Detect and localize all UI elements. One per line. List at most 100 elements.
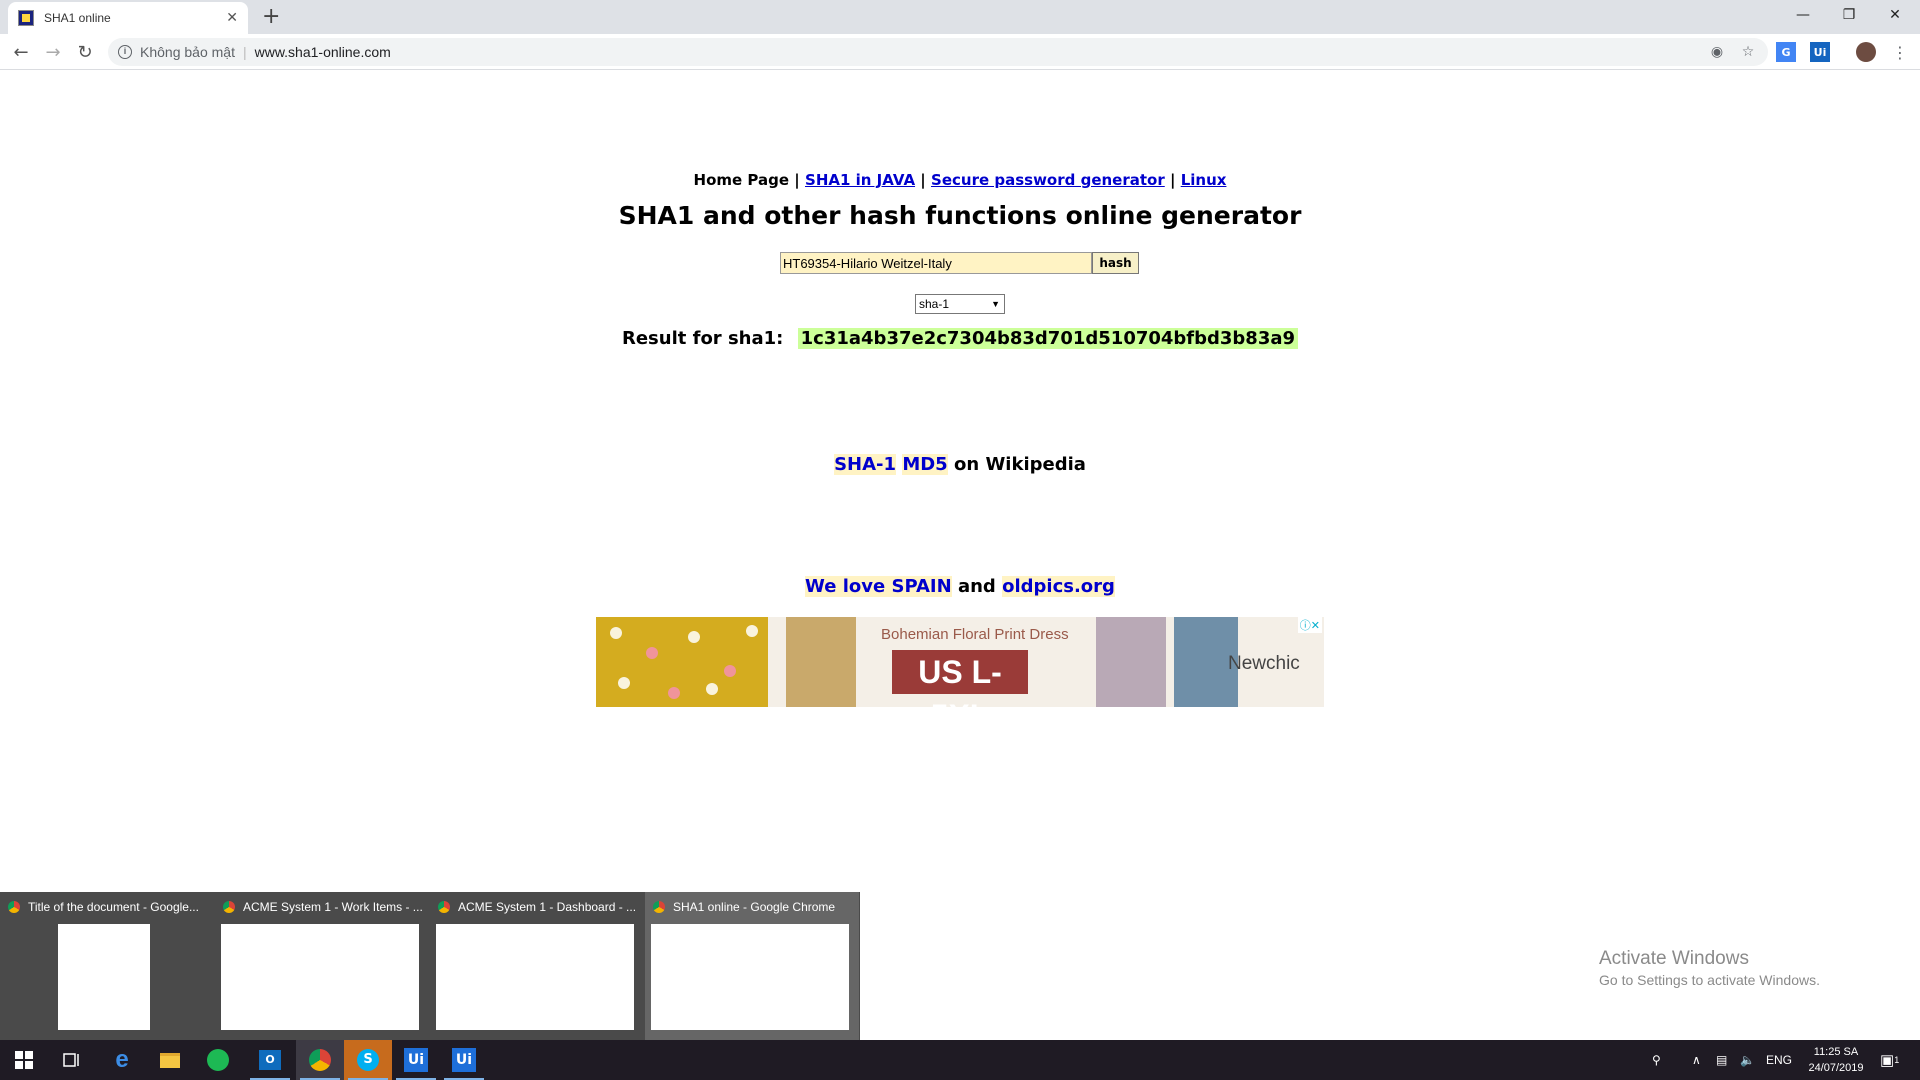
chrome-icon xyxy=(223,901,235,913)
ad-model-image xyxy=(786,617,856,707)
url-text[interactable]: www.sha1-online.com xyxy=(255,44,391,60)
new-tab-button[interactable]: + xyxy=(262,4,280,29)
tray-chevron-icon[interactable]: ∧ xyxy=(1692,1040,1701,1080)
omnibox-divider: | xyxy=(242,44,247,60)
activate-windows-watermark: Activate Windows Go to Settings to activ… xyxy=(1599,948,1820,988)
forward-button[interactable]: → xyxy=(40,39,66,65)
adchoices-icon[interactable]: ⓘ✕ xyxy=(1297,617,1322,633)
bookmark-star-icon[interactable]: ☆ xyxy=(1738,42,1758,62)
spotify-icon[interactable] xyxy=(194,1040,242,1080)
taskbar-thumbnails: Title of the document - Google... ACME S… xyxy=(0,892,860,1040)
thumbnail-title: ACME System 1 - Work Items - ... xyxy=(223,900,423,914)
minimize-button[interactable]: — xyxy=(1780,0,1826,30)
address-bar[interactable]: i Không bảo mật | www.sha1-online.com xyxy=(108,38,1768,66)
task-view-icon[interactable] xyxy=(48,1040,96,1080)
site-favicon-icon xyxy=(18,10,34,26)
restore-button[interactable]: ❐ xyxy=(1826,0,1872,30)
thumbnail-title-text: SHA1 online - Google Chrome xyxy=(673,900,836,914)
watermark-line2: Go to Settings to activate Windows. xyxy=(1599,972,1820,988)
clock-date: 24/07/2019 xyxy=(1808,1062,1864,1074)
thumbnail-preview xyxy=(436,924,634,1030)
nav-linux[interactable]: Linux xyxy=(1181,171,1227,189)
algorithm-select[interactable]: sha-1 ▼ xyxy=(915,294,1005,314)
ad-model-image xyxy=(1096,617,1166,707)
file-explorer-icon[interactable] xyxy=(146,1040,194,1080)
chrome-icon xyxy=(8,901,20,913)
spain-link[interactable]: We love SPAIN xyxy=(805,576,952,597)
ad-size-badge: US L-5XL xyxy=(892,650,1028,707)
security-label: Không bảo mật xyxy=(140,44,235,60)
windows-taskbar: e O S Ui Ui ⚲ ∧ ▤ 🔈 ENG 11:25 SA 24/07/2… xyxy=(0,1040,1920,1080)
wiki-sha1-link[interactable]: SHA-1 xyxy=(834,454,897,475)
info-icon[interactable]: i xyxy=(118,45,132,59)
tab-title: SHA1 online xyxy=(44,11,111,25)
outlook-icon[interactable]: O xyxy=(246,1040,294,1080)
result-label: Result for sha1: xyxy=(621,328,784,349)
profile-avatar[interactable] xyxy=(1856,42,1876,62)
hash-input[interactable] xyxy=(780,252,1092,274)
ad-banner[interactable]: Bohemian Floral Print Dress US L-5XL New… xyxy=(596,617,1324,707)
page-title: SHA1 and other hash functions online gen… xyxy=(618,201,1302,230)
edge-icon[interactable]: e xyxy=(98,1040,146,1080)
result-line: Result for sha1: 1c31a4b37e2c7304b83d701… xyxy=(0,328,1920,349)
thumbnail-preview xyxy=(58,924,150,1030)
wiki-suffix: on Wikipedia xyxy=(954,454,1086,475)
menu-kebab-icon[interactable]: ⋮ xyxy=(1890,42,1910,62)
uipath-studio-icon[interactable]: Ui xyxy=(392,1040,440,1080)
language-indicator[interactable]: ENG xyxy=(1766,1040,1792,1080)
thumbnail-window[interactable]: Title of the document - Google... xyxy=(0,892,214,1040)
notifications-icon[interactable]: ▣ 1 xyxy=(1880,1040,1899,1080)
thumbnail-title-text: ACME System 1 - Work Items - ... xyxy=(243,900,423,914)
nav-password-generator[interactable]: Secure password generator xyxy=(931,171,1165,189)
network-icon[interactable]: ▤ xyxy=(1716,1040,1727,1080)
chrome-icon xyxy=(438,901,450,913)
uipath-extension-icon[interactable]: Ui xyxy=(1810,42,1830,62)
back-button[interactable]: ← xyxy=(8,39,34,65)
blocked-cookies-icon[interactable]: ◉ xyxy=(1707,42,1727,62)
thumbnail-preview xyxy=(221,924,419,1030)
tab-close-icon[interactable]: ✕ xyxy=(226,10,238,26)
notification-count: 1 xyxy=(1894,1055,1900,1065)
uipath-robot-icon[interactable]: Ui xyxy=(440,1040,488,1080)
thumbnail-title-text: Title of the document - Google... xyxy=(28,900,199,914)
algorithm-value: sha-1 xyxy=(919,297,950,311)
nav-sep: | xyxy=(794,171,800,189)
thumbnail-window[interactable]: ACME System 1 - Dashboard - ... xyxy=(430,892,644,1040)
promo-links: We love SPAIN and oldpics.org xyxy=(0,576,1920,597)
volume-muted-icon[interactable]: 🔈 xyxy=(1740,1040,1755,1080)
clock-time: 11:25 SA xyxy=(1813,1046,1859,1058)
close-window-button[interactable]: ✕ xyxy=(1872,0,1918,30)
ad-floral-pattern xyxy=(596,617,768,707)
system-clock[interactable]: 11:25 SA 24/07/2019 xyxy=(1800,1044,1872,1076)
nav-sep: | xyxy=(920,171,926,189)
wikipedia-links: SHA-1 MD5 on Wikipedia xyxy=(0,454,1920,475)
top-nav: Home Page | SHA1 in JAVA | Secure passwo… xyxy=(0,171,1920,189)
and-text: and xyxy=(957,576,996,597)
thumbnail-window[interactable]: SHA1 online - Google Chrome xyxy=(645,892,859,1040)
result-hash: 1c31a4b37e2c7304b83d701d510704bfbd3b83a9 xyxy=(797,328,1299,349)
skype-icon[interactable]: S xyxy=(344,1040,392,1080)
watermark-line1: Activate Windows xyxy=(1599,948,1749,969)
dropdown-arrow-icon: ▼ xyxy=(991,299,1000,309)
tab-strip: SHA1 online ✕ + — ❐ ✕ xyxy=(0,0,1920,34)
translate-extension-icon[interactable]: G xyxy=(1776,42,1796,62)
chrome-taskbar-icon[interactable] xyxy=(296,1040,344,1080)
thumbnail-preview xyxy=(651,924,849,1030)
wiki-md5-link[interactable]: MD5 xyxy=(902,454,948,475)
tab-sha1-online[interactable]: SHA1 online ✕ xyxy=(8,2,248,34)
thumbnail-title: SHA1 online - Google Chrome xyxy=(653,900,853,914)
browser-toolbar: ← → ↻ i Không bảo mật | www.sha1-online.… xyxy=(0,34,1920,70)
thumbnail-window[interactable]: ACME System 1 - Work Items - ... xyxy=(215,892,429,1040)
thumbnail-title: Title of the document - Google... xyxy=(8,900,208,914)
ad-headline: Bohemian Floral Print Dress xyxy=(881,626,1069,643)
people-icon[interactable]: ⚲ xyxy=(1652,1040,1661,1080)
chrome-icon xyxy=(653,901,665,913)
nav-home: Home Page xyxy=(693,171,790,189)
nav-sha1-java[interactable]: SHA1 in JAVA xyxy=(805,171,915,189)
start-button[interactable] xyxy=(0,1040,48,1080)
oldpics-link[interactable]: oldpics.org xyxy=(1002,576,1115,597)
ad-brand: Newchic xyxy=(1228,653,1300,674)
reload-button[interactable]: ↻ xyxy=(72,39,98,65)
nav-sep: | xyxy=(1169,171,1176,189)
hash-button[interactable]: hash xyxy=(1092,252,1139,274)
